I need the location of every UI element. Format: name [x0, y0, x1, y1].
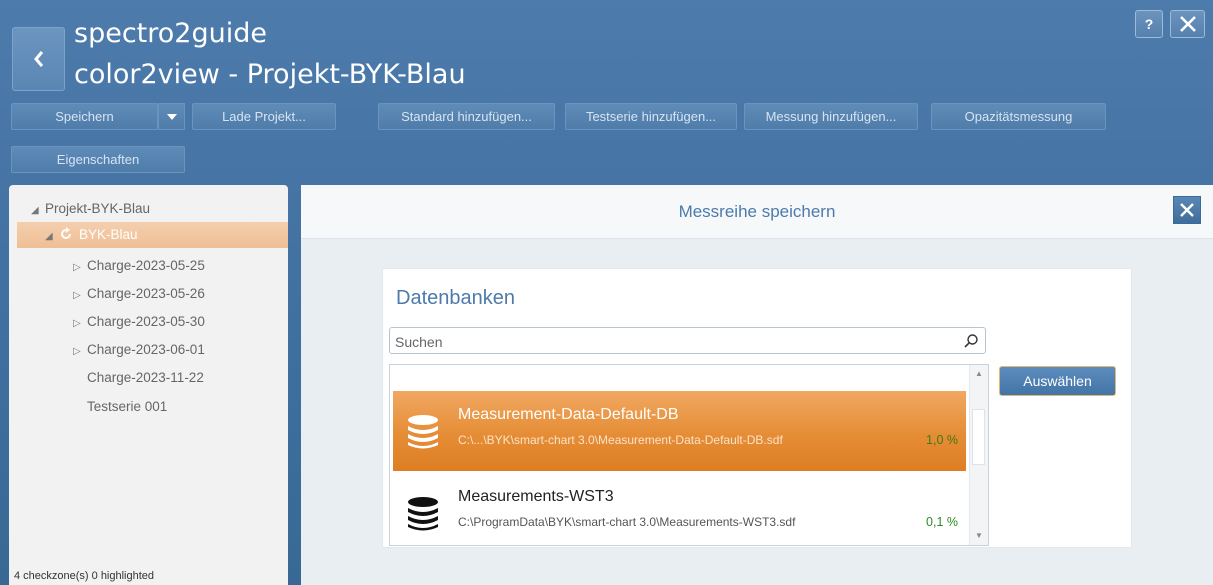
tree-item-root[interactable]: ◢ Projekt-BYK-Blau	[31, 196, 150, 222]
close-icon	[1180, 203, 1194, 217]
collapsed-triangle-icon: ▷	[73, 262, 81, 273]
database-percent: 1,0 %	[926, 433, 958, 447]
scroll-up-arrow-icon[interactable]: ▲	[970, 365, 988, 383]
tree-item-label: Charge-2023-05-30	[87, 314, 205, 329]
add-measurement-button[interactable]: Messung hinzufügen...	[744, 103, 918, 130]
properties-button[interactable]: Eigenschaften	[11, 146, 185, 173]
refresh-icon	[61, 227, 71, 239]
chevron-left-icon	[33, 51, 43, 67]
database-percent: 0,1 %	[926, 515, 958, 529]
tree-item-charge[interactable]: ▷ Charge-2023-05-25	[73, 253, 205, 279]
tree-item-label: Testserie 001	[87, 399, 168, 414]
database-path: C:\...\BYK\smart-chart 3.0\Measurement-D…	[458, 433, 783, 447]
database-path: C:\ProgramData\BYK\smart-chart 3.0\Measu…	[458, 515, 796, 529]
add-standard-button[interactable]: Standard hinzufügen...	[378, 103, 555, 130]
database-item-selected[interactable]: Measurement-Data-Default-DB C:\...\BYK\s…	[393, 391, 966, 471]
database-name: Measurements-WST3	[458, 488, 614, 505]
search-field[interactable]	[389, 327, 986, 355]
save-measurement-panel: Messreihe speichern Datenbanken M	[301, 185, 1213, 585]
select-button[interactable]: Auswählen	[999, 366, 1116, 396]
scroll-down-arrow-icon[interactable]: ▼	[970, 527, 988, 545]
database-name: Measurement-Data-Default-DB	[458, 406, 679, 423]
panel-header: Messreihe speichern	[301, 185, 1213, 239]
database-card: Datenbanken Measurement-Data-Default-DB …	[382, 268, 1132, 548]
add-measurement-label: Messung hinzufügen...	[765, 109, 897, 124]
collapsed-triangle-icon: ▷	[73, 346, 81, 357]
save-button[interactable]: Speichern	[11, 103, 158, 130]
add-test-series-button[interactable]: Testserie hinzufügen...	[565, 103, 737, 130]
opacity-measurement-button[interactable]: Opazitätsmessung	[931, 103, 1106, 130]
database-item[interactable]: Measurements-WST3 C:\ProgramData\BYK\sma…	[393, 473, 966, 545]
tree-item-label: Charge-2023-05-25	[87, 258, 205, 273]
chevron-down-icon	[166, 113, 177, 120]
tree-item-charge[interactable]: ▷ Charge-2023-06-01	[73, 337, 205, 363]
tree-item-label: Charge-2023-06-01	[87, 342, 205, 357]
save-dropdown-button[interactable]	[158, 103, 185, 130]
add-standard-label: Standard hinzufügen...	[401, 109, 532, 124]
help-icon: ?	[1144, 16, 1154, 32]
scrollbar-thumb[interactable]	[972, 409, 985, 465]
tree-item-charge[interactable]: ▷ Charge-2023-05-26	[73, 281, 205, 307]
database-list[interactable]: Measurement-Data-Default-DB C:\...\BYK\s…	[389, 364, 989, 546]
app-title: spectro2guide	[74, 18, 267, 49]
panel-title: Messreihe speichern	[678, 201, 836, 221]
tree-item-label: Charge-2023-11-22	[87, 370, 204, 385]
tree-item-label: Projekt-BYK-Blau	[45, 201, 151, 216]
close-panel-button[interactable]	[1173, 196, 1201, 224]
select-label: Auswählen	[1023, 373, 1092, 389]
back-button[interactable]	[12, 27, 65, 91]
expanded-triangle-icon: ◢	[45, 231, 53, 242]
collapsed-triangle-icon: ▷	[73, 318, 81, 329]
add-test-series-label: Testserie hinzufügen...	[585, 109, 717, 124]
load-project-label: Lade Projekt...	[222, 109, 306, 124]
collapsed-triangle-icon: ▷	[73, 290, 81, 301]
database-icon	[408, 497, 438, 531]
save-label: Speichern	[55, 109, 114, 124]
tree-item-charge[interactable]: ▷ Charge-2023-05-30	[73, 309, 205, 335]
list-scrollbar[interactable]: ▲ ▼	[969, 365, 988, 545]
expanded-triangle-icon: ◢	[31, 205, 39, 216]
tree-item-charge[interactable]: Charge-2023-11-22	[87, 365, 204, 391]
tree-item-label: BYK-Blau	[79, 227, 138, 242]
close-icon	[1179, 16, 1196, 32]
load-project-button[interactable]: Lade Projekt...	[192, 103, 336, 130]
search-input[interactable]	[390, 328, 957, 355]
database-icon	[408, 415, 438, 449]
project-title: color2view - Projekt-BYK-Blau	[74, 59, 466, 90]
tree-item-label: Charge-2023-05-26	[87, 286, 205, 301]
section-title: Datenbanken	[396, 287, 515, 309]
tree-item-selected[interactable]: ◢ BYK-Blau	[17, 222, 288, 248]
close-app-button[interactable]	[1170, 10, 1205, 38]
tree-item-test-series[interactable]: Testserie 001	[87, 394, 167, 420]
help-button[interactable]: ?	[1135, 10, 1163, 38]
status-text: 4 checkzone(s) 0 highlighted	[14, 570, 155, 582]
properties-label: Eigenschaften	[56, 152, 140, 167]
project-tree: ◢ Projekt-BYK-Blau ◢ BYK-Blau ▷ Charge-202…	[9, 185, 288, 585]
opacity-label: Opazitätsmessung	[964, 109, 1073, 124]
search-icon[interactable]	[963, 333, 979, 349]
